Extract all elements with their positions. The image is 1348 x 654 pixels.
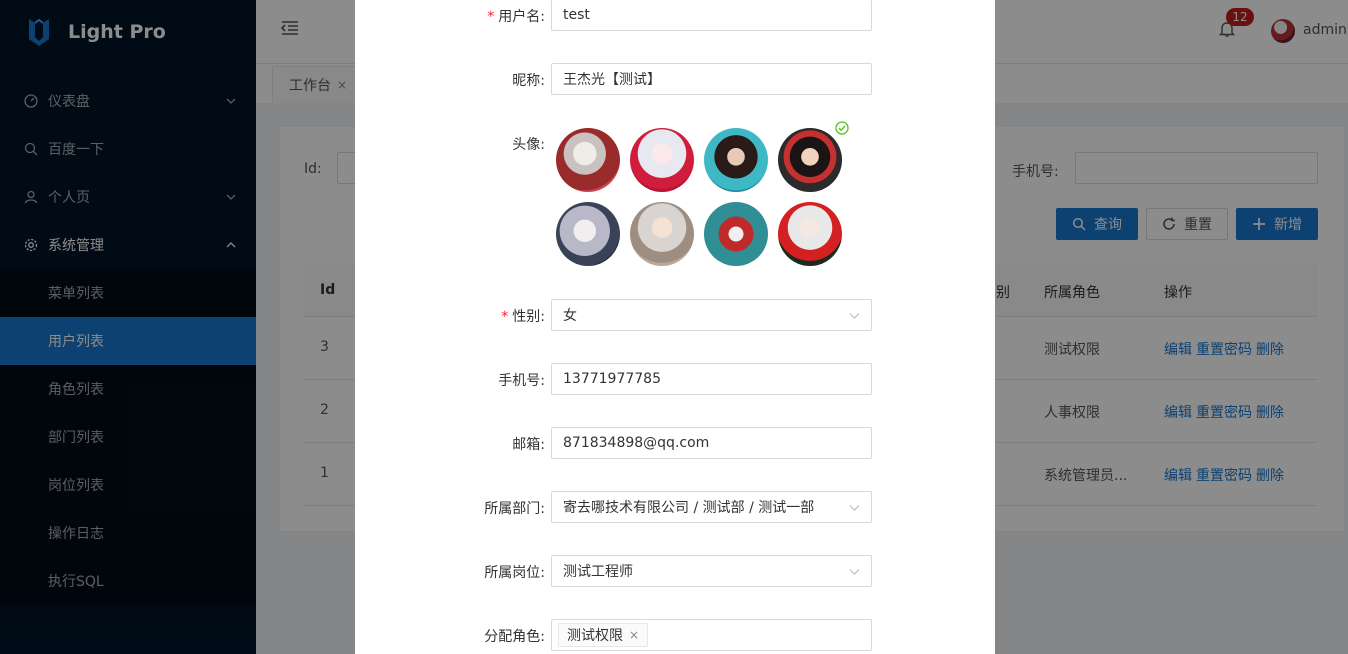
- department-value: 寄去哪技术有限公司 / 测试部 / 测试一部: [563, 500, 815, 516]
- gender-value: 女: [563, 308, 577, 324]
- department-cascader[interactable]: 寄去哪技术有限公司 / 测试部 / 测试一部: [551, 491, 872, 523]
- nickname-input[interactable]: 王杰光【测试】: [551, 63, 872, 95]
- roles-multiselect[interactable]: 测试权限 ×: [551, 619, 872, 651]
- avatar-option[interactable]: [704, 202, 768, 266]
- gender-label: * 性别:: [501, 309, 545, 325]
- avatar-option[interactable]: [630, 202, 694, 266]
- phone-label: 手机号:: [498, 373, 545, 389]
- role-tag: 测试权限 ×: [558, 623, 649, 647]
- avatar-option[interactable]: [778, 202, 842, 266]
- username-input[interactable]: test: [551, 0, 872, 31]
- avatar-option[interactable]: [630, 128, 694, 192]
- role-tag-label: 测试权限: [567, 628, 623, 644]
- gender-select[interactable]: 女: [551, 299, 872, 331]
- phone-input[interactable]: 13771977785: [551, 363, 872, 395]
- chevron-down-icon: [849, 505, 860, 511]
- avatar-option-selected[interactable]: [778, 128, 842, 192]
- edit-user-modal: * 用户名: test 昵称: 王杰光【测试】 头像: * 性别: 女 手机号: 1…: [355, 0, 995, 654]
- chevron-down-icon: [849, 313, 860, 319]
- department-label: 所属部门:: [484, 501, 545, 517]
- position-label: 所属岗位:: [484, 565, 545, 581]
- avatar-option[interactable]: [556, 128, 620, 192]
- roles-label: 分配角色:: [484, 629, 545, 645]
- close-icon[interactable]: ×: [629, 628, 639, 642]
- avatar-option[interactable]: [556, 202, 620, 266]
- avatar-option[interactable]: [704, 128, 768, 192]
- required-mark: *: [501, 309, 509, 325]
- position-select[interactable]: 测试工程师: [551, 555, 872, 587]
- email-input[interactable]: 871834898@qq.com: [551, 427, 872, 459]
- nickname-label: 昵称:: [512, 73, 545, 89]
- chevron-down-icon: [849, 569, 860, 575]
- check-circle-icon: [835, 121, 849, 135]
- position-value: 测试工程师: [563, 564, 633, 580]
- avatar-label: 头像:: [512, 137, 545, 153]
- email-label: 邮箱:: [512, 437, 545, 453]
- username-label: * 用户名:: [487, 9, 545, 25]
- required-mark: *: [487, 9, 495, 25]
